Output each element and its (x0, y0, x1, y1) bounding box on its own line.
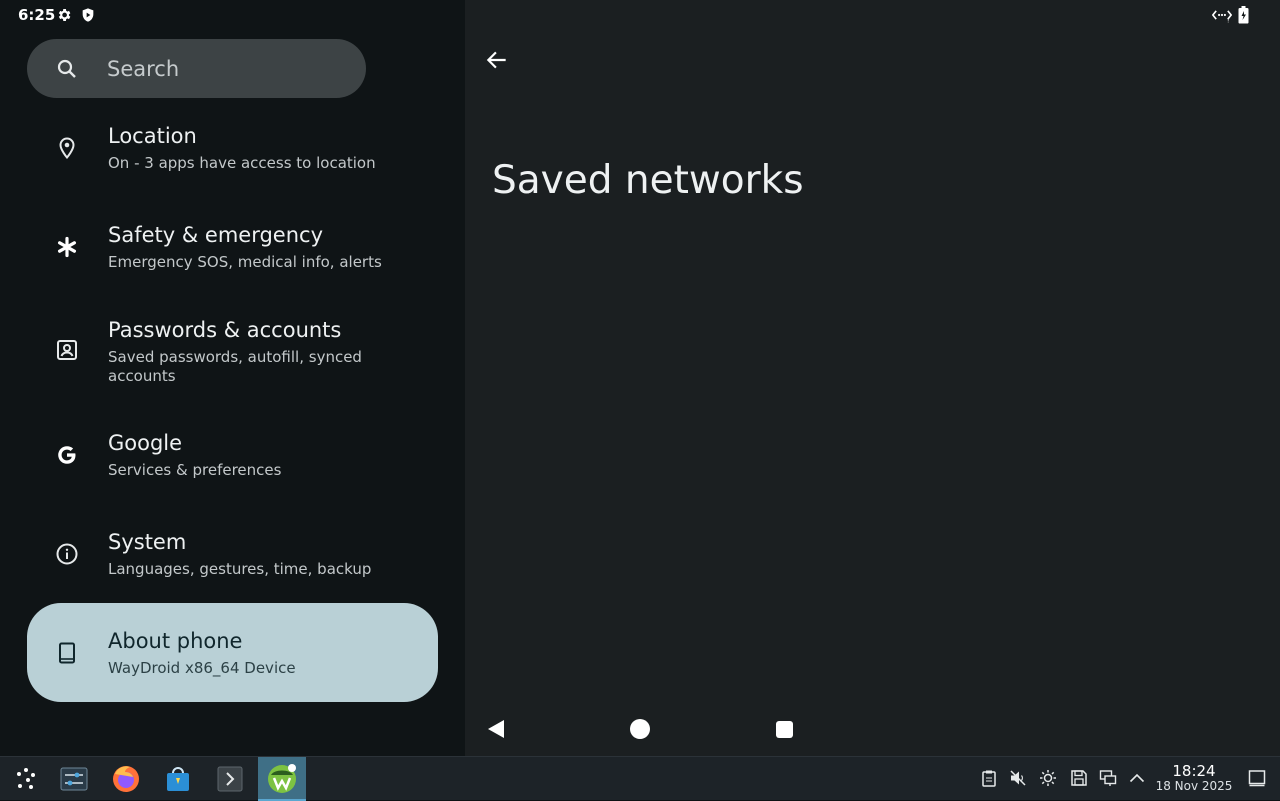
item-title: About phone (108, 629, 243, 653)
item-subtitle: WayDroid x86_64 Device (108, 659, 296, 677)
network-icon[interactable] (1099, 769, 1117, 787)
item-title: Location (108, 124, 197, 148)
item-subtitle: On - 3 apps have access to location (108, 154, 376, 172)
gear-icon (58, 9, 71, 21)
search-bar[interactable]: Search (27, 39, 366, 98)
status-time: 6:25 (18, 6, 56, 24)
clipboard-icon[interactable] (980, 769, 998, 787)
search-placeholder: Search (107, 56, 180, 81)
taskbar-clock[interactable]: 18:24 18 Nov 2025 (1150, 763, 1238, 793)
clock-date: 18 Nov 2025 (1155, 779, 1233, 793)
menu-item-passwords-accounts[interactable]: Passwords & accounts Saved passwords, au… (27, 307, 438, 397)
item-subtitle: Saved passwords, autofill, synced accoun… (108, 348, 362, 385)
item-subtitle: Languages, gestures, time, backup (108, 560, 372, 578)
status-bar: 6:25 ! (0, 0, 1280, 32)
taskbar-terminal-app[interactable] (206, 757, 254, 801)
taskbar-waydroid-app[interactable] (258, 757, 306, 801)
app-launcher-icon (17, 768, 35, 789)
battery-icon (1238, 6, 1249, 24)
svg-text:!: ! (1227, 19, 1229, 25)
detail-pane (465, 0, 1280, 756)
tablet-icon (59, 642, 75, 664)
store-icon (167, 767, 189, 791)
account-box-icon (57, 340, 77, 360)
menu-item-about-phone[interactable]: About phone WayDroid x86_64 Device (27, 603, 438, 702)
clock-time: 18:24 (1172, 762, 1216, 780)
menu-item-system[interactable]: System Languages, gestures, time, backup (27, 518, 438, 594)
volume-muted-icon[interactable] (1009, 769, 1027, 787)
google-icon (58, 446, 76, 464)
search-icon (57, 59, 76, 78)
ethernet-icon: ! (1212, 10, 1232, 25)
page-title: Saved networks (492, 158, 804, 203)
back-arrow-icon[interactable] (484, 47, 510, 73)
taskbar-settings-app[interactable] (50, 757, 98, 801)
brightness-icon[interactable] (1039, 769, 1057, 787)
save-icon[interactable] (1070, 769, 1088, 787)
item-title: Passwords & accounts (108, 318, 342, 342)
item-title: Safety & emergency (108, 223, 323, 247)
menu-item-google[interactable]: Google Services & preferences (27, 419, 438, 495)
item-subtitle: Services & preferences (108, 461, 282, 479)
settings-sliders-icon (60, 767, 88, 791)
taskbar-store-app[interactable] (154, 757, 202, 801)
show-desktop-icon[interactable] (1248, 769, 1266, 787)
waydroid-icon (268, 764, 296, 793)
chevron-up-icon[interactable] (1128, 769, 1146, 787)
desktop-taskbar (0, 756, 1280, 801)
location-pin-icon (59, 137, 75, 160)
terminal-icon (217, 766, 243, 792)
menu-item-safety-emergency[interactable]: Safety & emergency Emergency SOS, medica… (27, 211, 438, 287)
nav-back-button[interactable] (486, 718, 506, 740)
app-launcher-button[interactable] (2, 757, 50, 801)
firefox-icon (113, 766, 139, 792)
info-icon (56, 543, 78, 565)
nav-recents-button[interactable] (776, 721, 793, 738)
nav-home-button[interactable] (630, 719, 650, 739)
taskbar-firefox-app[interactable] (102, 757, 150, 801)
item-subtitle: Emergency SOS, medical info, alerts (108, 253, 382, 271)
item-title: Google (108, 431, 183, 455)
shield-icon (82, 8, 94, 22)
item-title: System (108, 530, 187, 554)
asterisk-icon (57, 236, 76, 258)
menu-item-location[interactable]: Location On - 3 apps have access to loca… (27, 112, 438, 188)
android-screen: 6:25 ! Search Location On - 3 apps have … (0, 0, 1280, 756)
